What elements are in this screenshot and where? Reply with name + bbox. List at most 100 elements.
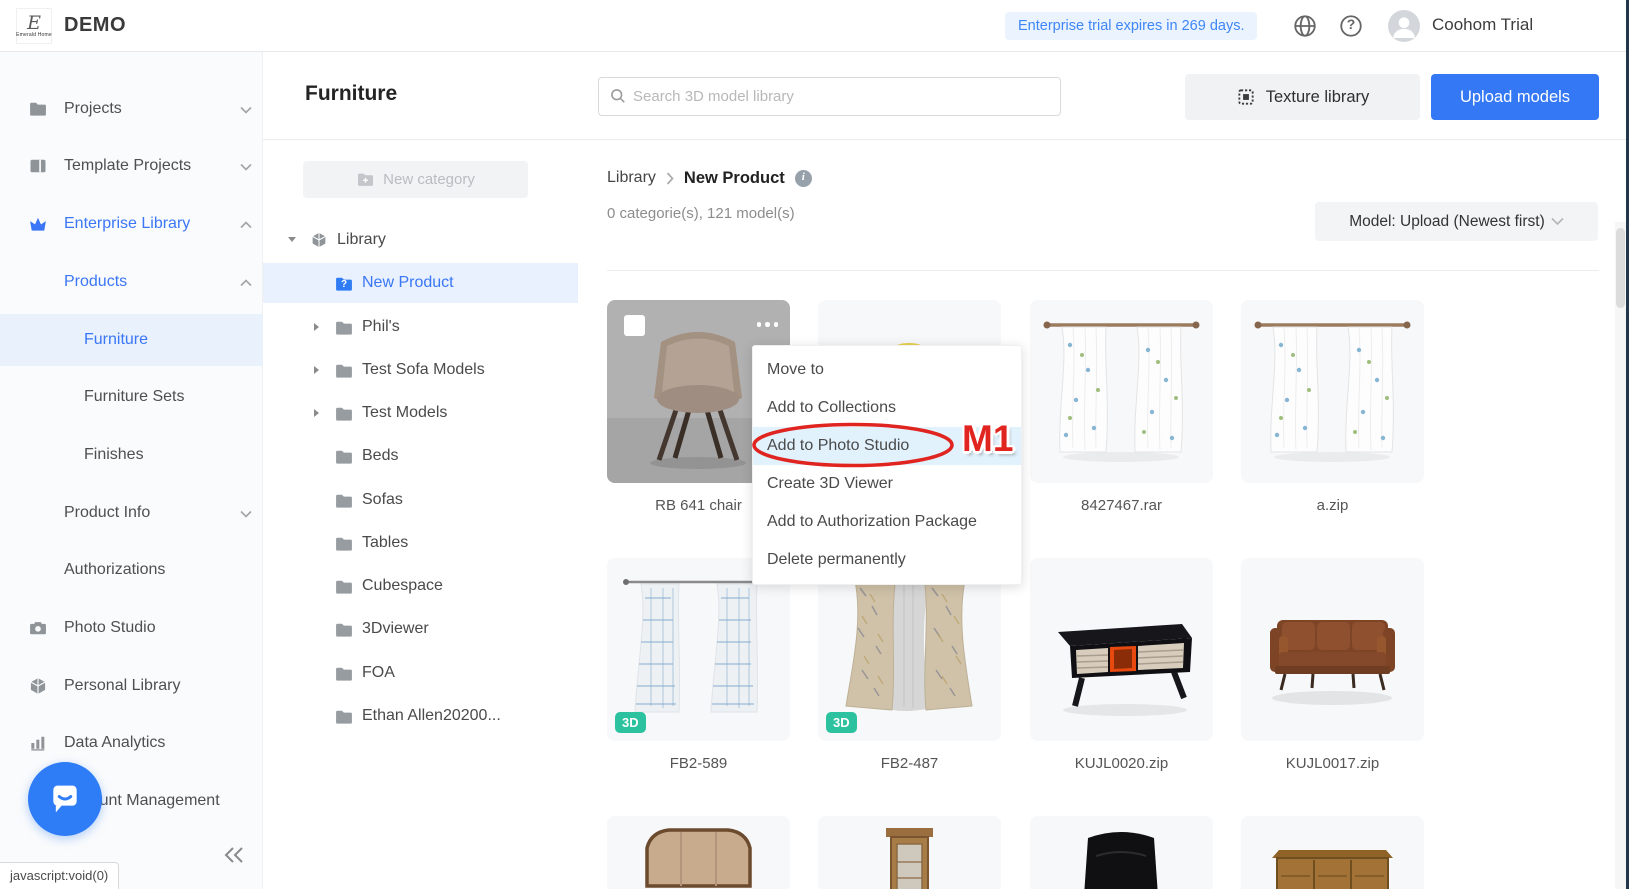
menu-item-move-to[interactable]: Move to	[753, 351, 1021, 389]
sidebar-item-finishes[interactable]: Finishes	[0, 429, 263, 481]
tree-node-library[interactable]: Library	[263, 220, 578, 260]
chevron-down-icon	[240, 510, 252, 518]
tree-label: New Product	[362, 274, 454, 291]
tree-node-test-models[interactable]: Test Models	[263, 393, 578, 433]
product-thumbnail[interactable]	[1030, 558, 1213, 741]
product-thumbnail[interactable]	[1241, 558, 1424, 741]
product-card-kujl0017[interactable]: KUJL0017.zip	[1241, 558, 1424, 775]
menu-item-create-3d-viewer[interactable]: Create 3D Viewer	[753, 465, 1021, 503]
caret-right-icon[interactable]	[314, 366, 319, 374]
sidebar-item-enterprise-library[interactable]: Enterprise Library	[0, 198, 263, 250]
scrollbar-track[interactable]	[1615, 222, 1626, 889]
menu-item-add-to-collections[interactable]: Add to Collections	[753, 389, 1021, 427]
folder-icon	[334, 620, 354, 640]
sidebar-label: Furniture Sets	[84, 388, 185, 405]
template-icon	[28, 156, 48, 176]
camera-icon	[28, 618, 48, 638]
tree-node-phils[interactable]: Phil's	[263, 307, 578, 347]
sidebar-item-projects[interactable]: Projects	[0, 83, 263, 135]
dresser-art	[1241, 816, 1424, 889]
menu-item-delete-permanently[interactable]: Delete permanently	[753, 541, 1021, 579]
sidebar-item-photo-studio[interactable]: Photo Studio	[0, 602, 263, 654]
globe-icon[interactable]	[1292, 13, 1318, 39]
sidebar-label: Projects	[64, 100, 122, 117]
caret-down-icon[interactable]	[288, 237, 296, 242]
floral-curtains-art	[1241, 300, 1424, 483]
sidebar-item-furniture[interactable]: Furniture	[0, 314, 263, 366]
tree-node-tables[interactable]: Tables	[263, 523, 578, 563]
help-icon[interactable]: ?	[1338, 13, 1364, 39]
sidebar-item-furniture-sets[interactable]: Furniture Sets	[0, 371, 263, 423]
info-icon[interactable]: i	[794, 169, 812, 187]
logo-script-icon: E	[27, 11, 41, 34]
scrollbar-thumb[interactable]	[1616, 228, 1625, 308]
help-glyph: ?	[1346, 16, 1356, 32]
3d-badge: 3D	[615, 712, 646, 733]
product-thumbnail[interactable]: 3D	[607, 558, 790, 741]
sidebar-item-personal-library[interactable]: Personal Library	[0, 660, 263, 712]
tree-node-ethan-allen[interactable]: Ethan Allen20200...	[263, 696, 578, 736]
breadcrumb-library[interactable]: Library	[607, 169, 656, 187]
tree-node-new-product[interactable]: ? New Product	[263, 263, 578, 303]
category-panel: Furniture New category Library ? New Pro…	[263, 52, 578, 889]
menu-item-add-to-authorization-package[interactable]: Add to Authorization Package	[753, 503, 1021, 541]
tree-node-test-sofa-models[interactable]: Test Sofa Models	[263, 350, 578, 390]
sort-label: Model: Upload (Newest first)	[1349, 212, 1545, 230]
sidebar-label: Furniture	[84, 331, 149, 348]
product-card-8427467[interactable]: 8427467.rar	[1030, 300, 1213, 517]
tree-node-sofas[interactable]: Sofas	[263, 480, 578, 520]
product-thumbnail[interactable]	[607, 816, 790, 889]
sidebar-label: Products	[64, 273, 128, 290]
info-glyph: i	[801, 170, 805, 183]
sidebar-item-data-analytics[interactable]: Data Analytics	[0, 717, 263, 769]
sort-dropdown[interactable]: Model: Upload (Newest first)	[1315, 202, 1598, 241]
product-thumbnail[interactable]	[1241, 816, 1424, 889]
sidebar-item-products[interactable]: Products	[0, 256, 263, 308]
caret-right-icon[interactable]	[314, 409, 319, 417]
folder-icon	[334, 577, 354, 597]
product-card-dresser[interactable]	[1241, 816, 1424, 889]
more-actions-icon[interactable]	[756, 322, 778, 327]
avatar[interactable]	[1388, 10, 1420, 42]
product-card-black-seat[interactable]	[1030, 816, 1213, 889]
chat-widget-button[interactable]	[28, 762, 102, 836]
product-card-fb2-487[interactable]: 3D FB2-487	[818, 558, 1001, 775]
texture-library-button[interactable]: Texture library	[1185, 74, 1420, 120]
category-panel-header: Furniture	[263, 52, 578, 140]
tree-node-cubespace[interactable]: Cubespace	[263, 566, 578, 606]
search-input[interactable]	[598, 77, 1061, 116]
product-card-fb2-589[interactable]: 3D FB2-589	[607, 558, 790, 775]
tree-label: FOA	[362, 664, 395, 681]
product-card-kujl0020[interactable]: KUJL0020.zip	[1030, 558, 1213, 775]
folder-icon	[334, 534, 354, 554]
account-name[interactable]: Coohom Trial	[1432, 15, 1533, 35]
select-checkbox[interactable]	[624, 315, 645, 336]
product-thumbnail[interactable]	[1030, 300, 1213, 483]
company-logo[interactable]: E Emerald Home	[16, 8, 52, 44]
product-thumbnail[interactable]	[1030, 816, 1213, 889]
sidebar-collapse-icon[interactable]	[222, 844, 246, 866]
product-thumbnail[interactable]: 3D	[818, 558, 1001, 741]
workspace-title: DEMO	[64, 14, 126, 36]
product-card-cabinet[interactable]	[818, 816, 1001, 889]
sidebar-item-product-info[interactable]: Product Info	[0, 487, 263, 539]
tree-node-beds[interactable]: Beds	[263, 436, 578, 476]
breadcrumb: Library New Product i	[607, 166, 812, 190]
tree-node-foa[interactable]: FOA	[263, 653, 578, 693]
product-thumbnail[interactable]	[818, 816, 1001, 889]
crown-icon	[28, 214, 48, 234]
product-thumbnail[interactable]	[1241, 300, 1424, 483]
sidebar-item-template-projects[interactable]: Template Projects	[0, 140, 263, 192]
sidebar-item-authorizations[interactable]: Authorizations	[0, 544, 263, 596]
product-card-headboard[interactable]	[607, 816, 790, 889]
chevron-up-icon	[240, 221, 252, 229]
page-title: Furniture	[305, 82, 398, 105]
tree-node-3dviewer[interactable]: 3Dviewer	[263, 609, 578, 649]
main-header: Texture library Upload models	[578, 52, 1629, 140]
menu-item-add-to-photo-studio[interactable]: Add to Photo Studio	[753, 427, 1021, 465]
caret-right-icon[interactable]	[314, 323, 319, 331]
new-category-button[interactable]: New category	[303, 161, 528, 198]
product-card-a-zip[interactable]: a.zip	[1241, 300, 1424, 517]
product-name: 8427467.rar	[1081, 497, 1162, 514]
upload-models-button[interactable]: Upload models	[1431, 74, 1599, 120]
